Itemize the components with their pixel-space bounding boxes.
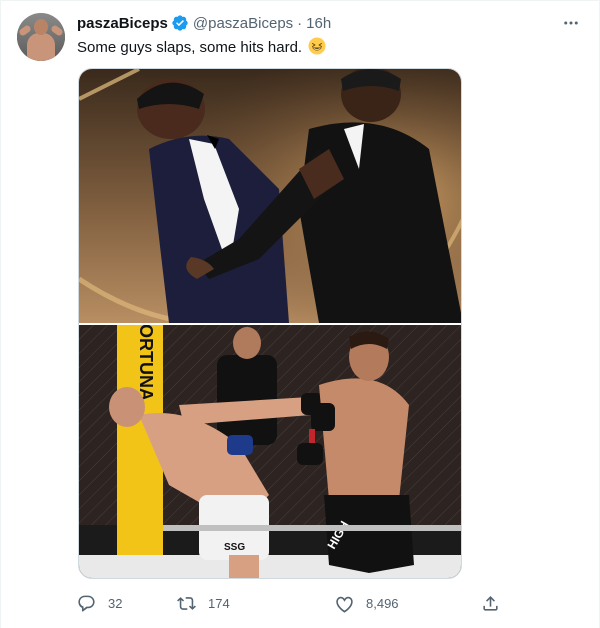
more-options-button[interactable] <box>561 13 581 33</box>
separator-dot: · <box>297 14 303 32</box>
banner-text: RTUN ORTUNA <box>136 325 156 401</box>
like-button[interactable]: 8,496 <box>335 589 399 617</box>
tweet-text-content: Some guys slaps, some hits hard. <box>77 39 303 56</box>
avatar[interactable] <box>17 13 65 61</box>
tweet-header: paszaBiceps @paszaBiceps · 16h <box>77 13 331 33</box>
verified-badge-icon <box>172 15 188 31</box>
author-handle[interactable]: @paszaBiceps <box>193 15 293 32</box>
reply-icon <box>78 595 95 611</box>
laughing-emoji-icon <box>308 37 326 55</box>
reply-button[interactable]: 32 <box>77 589 122 617</box>
media-image-slap[interactable] <box>79 69 462 323</box>
share-button[interactable] <box>481 589 500 617</box>
retweet-icon <box>177 596 196 610</box>
shorts-logo: SSG <box>224 542 245 553</box>
media-image-mma[interactable]: RTUN ORTUNA SSG HIGH <box>79 325 462 579</box>
heart-icon <box>336 596 353 613</box>
avatar-head <box>34 19 48 35</box>
tweet-media[interactable]: RTUN ORTUNA SSG HIGH <box>78 68 462 579</box>
tweet-card[interactable]: paszaBiceps @paszaBiceps · 16h Some guys… <box>0 0 600 628</box>
like-count: 8,496 <box>366 595 399 611</box>
tweet-text: Some guys slaps, some hits hard. <box>77 37 326 58</box>
retweet-button[interactable]: 174 <box>177 589 230 617</box>
author-name[interactable]: paszaBiceps <box>77 15 168 32</box>
retweet-count: 174 <box>208 595 230 611</box>
share-icon <box>483 595 498 611</box>
tweet-actions: 32 174 8,496 <box>77 589 507 617</box>
avatar-body <box>27 33 55 61</box>
more-dots-icon <box>564 21 578 25</box>
reply-count: 32 <box>108 595 123 611</box>
tweet-timestamp[interactable]: 16h <box>306 15 331 32</box>
